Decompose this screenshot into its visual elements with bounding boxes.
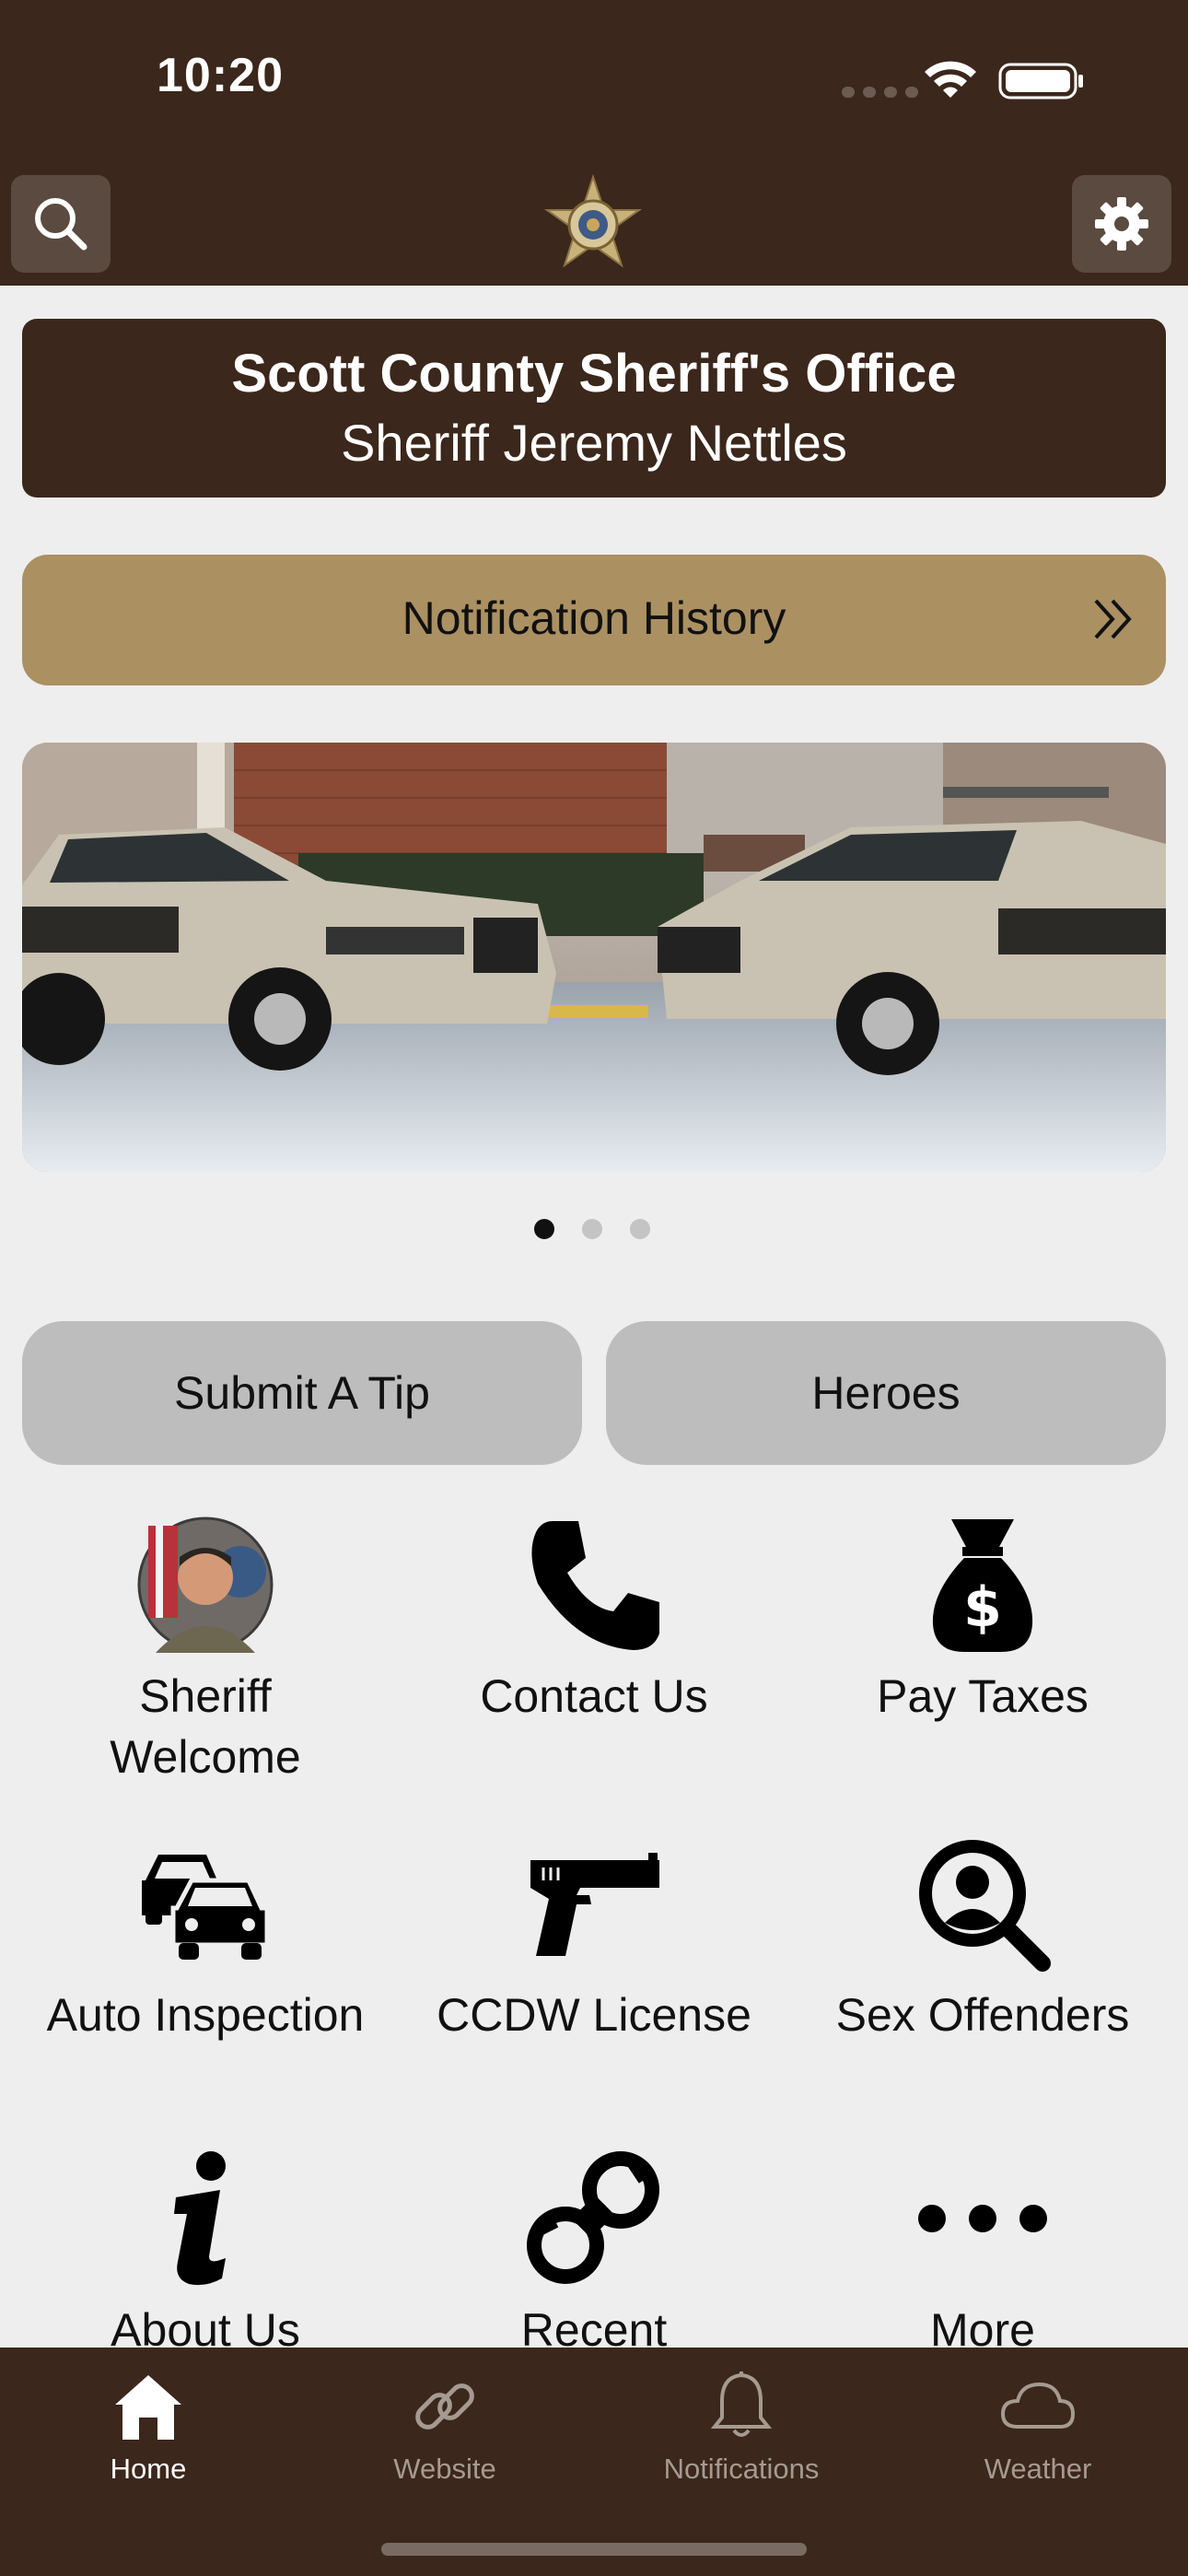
cars-icon xyxy=(142,1855,270,1960)
carousel-image[interactable] xyxy=(22,743,1166,1172)
carousel-dot[interactable] xyxy=(534,1219,554,1239)
notification-history-label: Notification History xyxy=(402,592,786,644)
home-icon xyxy=(115,2375,181,2440)
contact-us-label: Contact Us xyxy=(480,1670,708,1722)
sheriff-cars-photo xyxy=(22,743,1166,1172)
home-indicator xyxy=(381,2543,807,2556)
auto-inspection-label: Auto Inspection xyxy=(46,1989,365,2041)
sheriff-photo-avatar xyxy=(137,1516,274,1653)
double-chevron-right-icon xyxy=(1094,599,1132,639)
recent-tile[interactable]: Recent xyxy=(428,2145,760,2360)
tab-website[interactable]: Website xyxy=(297,2348,593,2495)
phone-icon xyxy=(531,1521,659,1650)
sex-offenders-tile[interactable]: Sex Offenders xyxy=(817,1830,1148,2045)
ccdw-license-label: CCDW License xyxy=(437,1989,751,2041)
carousel-dot[interactable] xyxy=(630,1219,650,1239)
submit-tip-button[interactable]: Submit A Tip xyxy=(22,1321,582,1465)
about-us-tile[interactable]: About Us xyxy=(40,2145,371,2360)
contact-us-tile[interactable]: Contact Us xyxy=(428,1511,760,1727)
bottom-tab-bar: Home Website Notifications Weather xyxy=(0,2348,1188,2576)
auto-inspection-tile[interactable]: Auto Inspection xyxy=(40,1830,371,2045)
wifi-icon xyxy=(925,61,976,98)
pay-taxes-label: Pay Taxes xyxy=(877,1670,1089,1722)
tab-notifications-label: Notifications xyxy=(663,2453,820,2485)
cellular-signal-icon xyxy=(842,87,918,98)
handcuffs-icon xyxy=(527,2151,659,2284)
svg-text:$: $ xyxy=(963,1575,1002,1640)
gear-icon xyxy=(1095,197,1148,251)
bell-icon xyxy=(710,2371,773,2437)
sex-offenders-label: Sex Offenders xyxy=(835,1989,1130,2041)
sheriff-welcome-label: Sheriff Welcome xyxy=(110,1670,301,1783)
tab-home[interactable]: Home xyxy=(0,2348,297,2495)
tab-website-label: Website xyxy=(393,2453,496,2485)
search-icon xyxy=(35,198,87,251)
info-icon xyxy=(174,2151,226,2286)
tab-weather[interactable]: Weather xyxy=(890,2348,1186,2495)
settings-button[interactable] xyxy=(1072,175,1171,273)
carousel-dot[interactable] xyxy=(582,1219,602,1239)
sheriff-star-badge-logo xyxy=(543,173,643,268)
user-search-icon xyxy=(919,1840,1051,1972)
app-header: 10:20 xyxy=(0,0,1188,286)
tab-notifications[interactable]: Notifications xyxy=(593,2348,890,2495)
tab-weather-label: Weather xyxy=(984,2453,1092,2485)
more-tile[interactable]: More xyxy=(817,2145,1148,2360)
agency-title: Scott County Sheriff's Office xyxy=(231,344,957,404)
search-button[interactable] xyxy=(11,175,111,273)
handgun-icon xyxy=(530,1853,659,1956)
tab-home-label: Home xyxy=(110,2453,187,2485)
status-time: 10:20 xyxy=(157,49,284,102)
battery-icon xyxy=(998,63,1083,100)
pay-taxes-tile[interactable]: $ Pay Taxes xyxy=(817,1511,1148,1727)
heroes-button[interactable]: Heroes xyxy=(606,1321,1166,1465)
ccdw-license-tile[interactable]: CCDW License xyxy=(428,1830,760,2045)
sheriff-name: Sheriff Jeremy Nettles xyxy=(341,414,847,472)
link-icon xyxy=(415,2383,474,2430)
agency-banner: Scott County Sheriff's Office Sheriff Je… xyxy=(22,319,1166,498)
sheriff-welcome-tile[interactable]: Sheriff Welcome xyxy=(40,1511,371,1787)
notification-history-button[interactable]: Notification History xyxy=(22,555,1166,685)
cloud-icon xyxy=(1000,2382,1076,2429)
money-bag-icon: $ xyxy=(932,1519,1033,1652)
carousel-page-indicator[interactable] xyxy=(534,1219,650,1239)
ellipsis-icon xyxy=(918,2205,1047,2232)
